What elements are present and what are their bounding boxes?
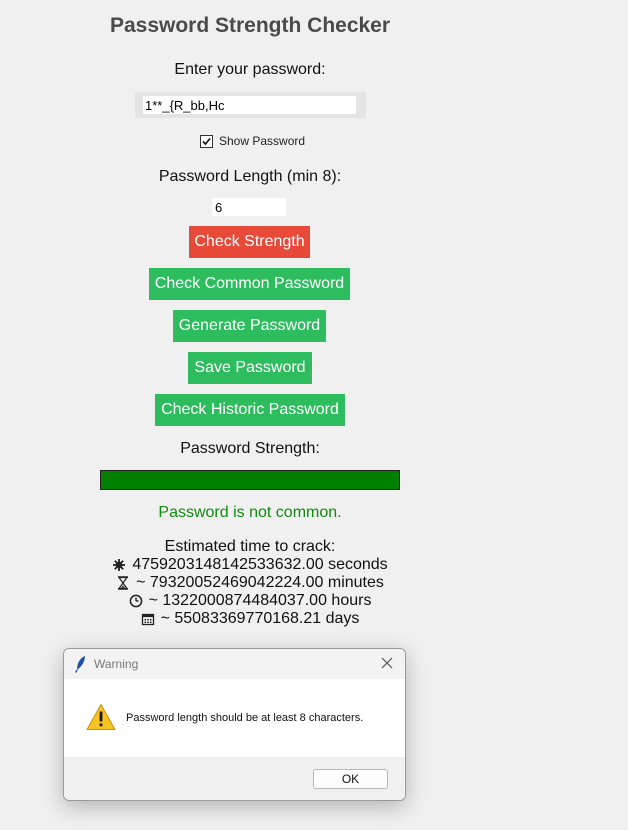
dialog-message: Password length should be at least 8 cha… (126, 712, 364, 724)
password-length-input[interactable] (212, 198, 286, 216)
check-historic-password-button[interactable]: Check Historic Password (155, 394, 345, 426)
dialog-title: Warning (94, 657, 139, 671)
hourglass-icon (117, 576, 129, 590)
ok-button[interactable]: OK (313, 769, 388, 789)
password-strength-label: Password Strength: (180, 440, 320, 457)
dialog-footer: OK (64, 757, 405, 800)
crack-time-seconds-text: 4759203148142533632.00 seconds (132, 556, 388, 573)
crack-time-minutes: ~ 79320052469042224.00 minutes (0, 574, 500, 592)
warning-icon (86, 704, 116, 730)
crack-time-minutes-text: ~ 79320052469042224.00 minutes (136, 574, 384, 591)
password-length-label: Password Length (min 8): (158, 168, 342, 185)
show-password-label: Show Password (219, 134, 306, 148)
crack-time-hours-text: ~ 1322000874484037.00 hours (148, 592, 372, 609)
password-input[interactable] (143, 96, 356, 114)
crack-time-heading: Estimated time to crack: (164, 538, 336, 555)
strength-progress-fill (101, 471, 399, 489)
feather-icon (74, 656, 85, 673)
show-password-checkbox[interactable] (200, 134, 213, 148)
generate-password-button[interactable]: Generate Password (173, 310, 326, 342)
crack-time-seconds: 4759203148142533632.00 seconds (0, 556, 500, 574)
crack-time-days-text: ~ 55083369770168.21 days (160, 610, 360, 627)
dialog-titlebar[interactable]: Warning (64, 649, 405, 679)
dialog-body: Password length should be at least 8 cha… (64, 679, 405, 757)
enter-password-label: Enter your password: (174, 61, 326, 78)
common-password-status: Password is not common. (158, 504, 342, 521)
clock-icon (129, 594, 142, 608)
save-password-button[interactable]: Save Password (188, 352, 312, 384)
calendar-icon (141, 613, 154, 626)
crack-time-hours: ~ 1322000874484037.00 hours (0, 592, 500, 610)
strength-progress-bar (100, 470, 400, 490)
gear-icon (113, 559, 126, 571)
show-password-toggle[interactable]: Show Password (200, 134, 305, 148)
warning-dialog: Warning Password length should be at lea… (63, 648, 406, 801)
checkmark-icon (202, 137, 211, 145)
check-common-password-button[interactable]: Check Common Password (149, 268, 350, 300)
check-strength-button[interactable]: Check Strength (189, 226, 310, 258)
crack-time-days: ~ 55083369770168.21 days (0, 610, 500, 628)
page-title: Password Strength Checker (109, 14, 391, 37)
close-icon[interactable] (377, 653, 397, 673)
password-field-frame (135, 92, 366, 118)
